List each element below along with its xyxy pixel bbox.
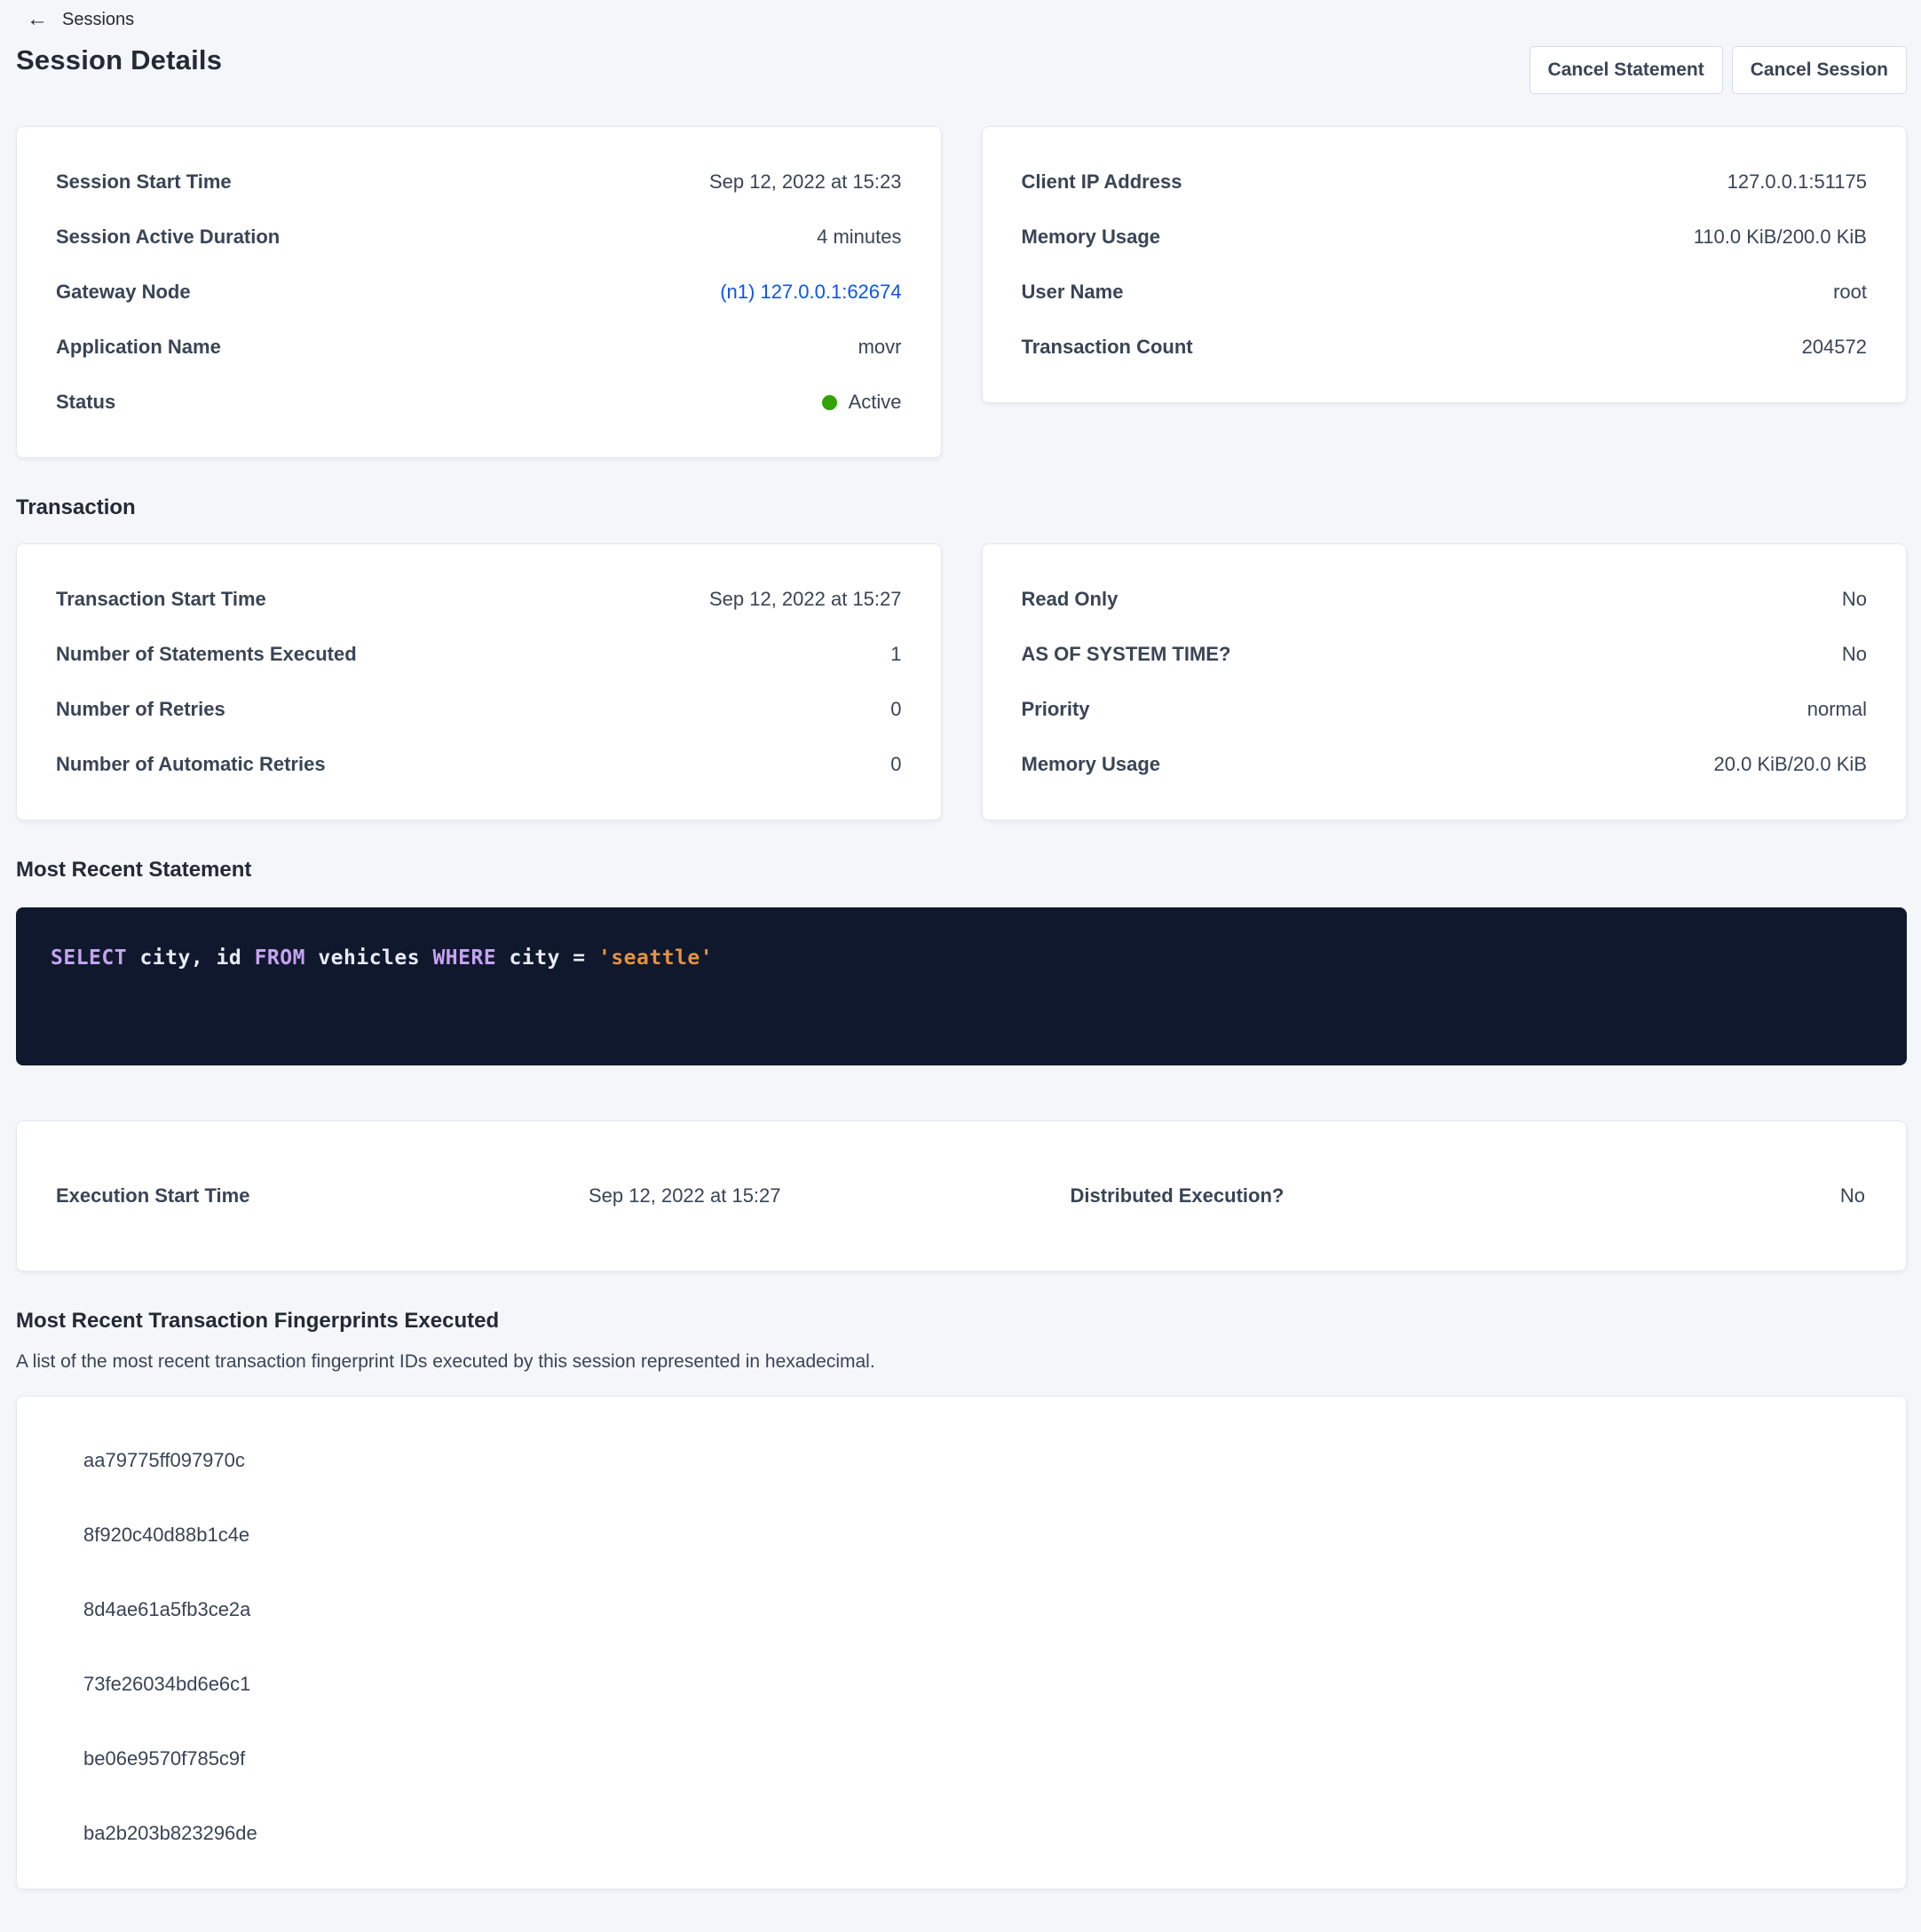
fingerprint-id: 73fe26034bd6e6c1 xyxy=(83,1647,1867,1722)
fingerprint-id: ba2b203b823296de xyxy=(83,1796,1867,1871)
user-name-row: User Name root xyxy=(1022,265,1868,320)
status-active-dot-icon xyxy=(822,395,837,410)
row-value: 1 xyxy=(890,643,901,666)
memory-usage-row: Memory Usage 110.0 KiB/200.0 KiB xyxy=(1022,210,1868,265)
row-value: 0 xyxy=(890,698,901,721)
priority-row: Priority normal xyxy=(1022,682,1868,737)
sql-keyword: SELECT xyxy=(51,946,127,970)
transaction-cards-row: Transaction Start Time Sep 12, 2022 at 1… xyxy=(16,543,1907,820)
row-label: Session Active Duration xyxy=(56,226,280,249)
row-value: Sep 12, 2022 at 15:23 xyxy=(709,170,902,194)
txn-memory-usage-row: Memory Usage 20.0 KiB/20.0 KiB xyxy=(1022,737,1868,792)
row-value: normal xyxy=(1807,698,1867,721)
sql-text: vehicles xyxy=(305,946,432,970)
read-only-row: Read Only No xyxy=(1022,572,1868,627)
header-buttons: Cancel Statement Cancel Session xyxy=(1530,46,1907,94)
session-summary-card-right: Client IP Address 127.0.0.1:51175 Memory… xyxy=(982,126,1908,403)
fingerprint-id: be06e9570f785c9f xyxy=(83,1722,1867,1796)
row-label: Session Start Time xyxy=(56,170,232,194)
fingerprints-card: aa79775ff097970c 8f920c40d88b1c4e 8d4ae6… xyxy=(16,1396,1907,1889)
transaction-count-row: Transaction Count 204572 xyxy=(1022,320,1868,375)
row-label: Transaction Start Time xyxy=(56,588,266,611)
row-value: 204572 xyxy=(1802,336,1867,359)
sql-text: city, id xyxy=(127,946,254,970)
fingerprints-section-heading: Most Recent Transaction Fingerprints Exe… xyxy=(16,1309,1907,1334)
sql-string-literal: 'seattle' xyxy=(598,946,713,970)
row-label: Number of Retries xyxy=(56,698,225,721)
row-label: Read Only xyxy=(1022,588,1119,611)
execution-start-time-label: Execution Start Time xyxy=(56,1184,589,1208)
row-value: movr xyxy=(858,336,902,359)
row-label: Memory Usage xyxy=(1022,753,1161,776)
breadcrumb[interactable]: ← Sessions xyxy=(16,5,1907,34)
row-value: No xyxy=(1842,588,1867,611)
row-label: User Name xyxy=(1022,281,1124,304)
row-value: No xyxy=(1842,643,1867,666)
row-value: 127.0.0.1:51175 xyxy=(1727,170,1867,194)
row-label: Number of Automatic Retries xyxy=(56,753,326,776)
distributed-execution-label: Distributed Execution? xyxy=(1071,1184,1285,1208)
execution-start-time-value: Sep 12, 2022 at 15:27 xyxy=(589,1184,781,1208)
cancel-session-button[interactable]: Cancel Session xyxy=(1732,46,1907,94)
arrow-left-icon[interactable]: ← xyxy=(27,9,48,30)
sql-text: city = xyxy=(496,946,598,970)
page-header: Session Details Cancel Statement Cancel … xyxy=(16,44,1907,94)
row-label: Priority xyxy=(1022,698,1090,721)
breadcrumb-sessions-link[interactable]: Sessions xyxy=(62,10,134,30)
row-label: AS OF SYSTEM TIME? xyxy=(1022,643,1231,666)
sql-keyword: WHERE xyxy=(432,946,496,970)
status-row: Status Active xyxy=(56,375,902,430)
client-ip-row: Client IP Address 127.0.0.1:51175 xyxy=(1022,154,1868,210)
session-start-time-row: Session Start Time Sep 12, 2022 at 15:23 xyxy=(56,154,902,210)
execution-card: Execution Start Time Sep 12, 2022 at 15:… xyxy=(16,1120,1907,1271)
row-value: root xyxy=(1833,281,1867,304)
transaction-start-time-row: Transaction Start Time Sep 12, 2022 at 1… xyxy=(56,572,902,627)
status-badge: Active xyxy=(822,391,902,414)
status-value: Active xyxy=(849,391,902,414)
cancel-statement-button[interactable]: Cancel Statement xyxy=(1530,46,1723,94)
row-label: Number of Statements Executed xyxy=(56,643,357,666)
row-value: 4 minutes xyxy=(817,226,901,249)
row-label: Memory Usage xyxy=(1022,226,1161,249)
row-value: 0 xyxy=(890,753,901,776)
distributed-execution-value: No xyxy=(1840,1184,1865,1208)
page-title: Session Details xyxy=(16,44,222,76)
retries-row: Number of Retries 0 xyxy=(56,682,902,737)
fingerprint-id: aa79775ff097970c xyxy=(83,1423,1867,1498)
automatic-retries-row: Number of Automatic Retries 0 xyxy=(56,737,902,792)
sql-keyword: FROM xyxy=(255,946,305,970)
row-value: 110.0 KiB/200.0 KiB xyxy=(1694,226,1867,249)
as-of-system-time-row: AS OF SYSTEM TIME? No xyxy=(1022,627,1868,682)
row-label: Gateway Node xyxy=(56,281,191,304)
sql-statement-box: SELECT city, id FROM vehicles WHERE city… xyxy=(16,907,1907,1065)
fingerprint-id: 8d4ae61a5fb3ce2a xyxy=(83,1572,1867,1647)
session-summary-card-left: Session Start Time Sep 12, 2022 at 15:23… xyxy=(16,126,942,458)
session-active-duration-row: Session Active Duration 4 minutes xyxy=(56,210,902,265)
statements-executed-row: Number of Statements Executed 1 xyxy=(56,627,902,682)
fingerprints-section-description: A list of the most recent transaction fi… xyxy=(16,1351,1907,1373)
transaction-section-heading: Transaction xyxy=(16,495,1907,520)
transaction-card-left: Transaction Start Time Sep 12, 2022 at 1… xyxy=(16,543,942,820)
row-label: Transaction Count xyxy=(1022,336,1193,359)
most-recent-statement-heading: Most Recent Statement xyxy=(16,858,1907,883)
session-details-page: ← Sessions Session Details Cancel Statem… xyxy=(0,0,1921,1889)
application-name-row: Application Name movr xyxy=(56,320,902,375)
row-label: Client IP Address xyxy=(1022,170,1182,194)
row-value: 20.0 KiB/20.0 KiB xyxy=(1714,753,1867,776)
fingerprint-id: 8f920c40d88b1c4e xyxy=(83,1498,1867,1572)
transaction-card-right: Read Only No AS OF SYSTEM TIME? No Prior… xyxy=(982,543,1908,820)
row-value: Sep 12, 2022 at 15:27 xyxy=(709,588,902,611)
session-summary-row: Session Start Time Sep 12, 2022 at 15:23… xyxy=(16,126,1907,458)
gateway-node-link[interactable]: (n1) 127.0.0.1:62674 xyxy=(720,281,901,304)
gateway-node-row: Gateway Node (n1) 127.0.0.1:62674 xyxy=(56,265,902,320)
row-label: Status xyxy=(56,391,115,414)
row-label: Application Name xyxy=(56,336,221,359)
